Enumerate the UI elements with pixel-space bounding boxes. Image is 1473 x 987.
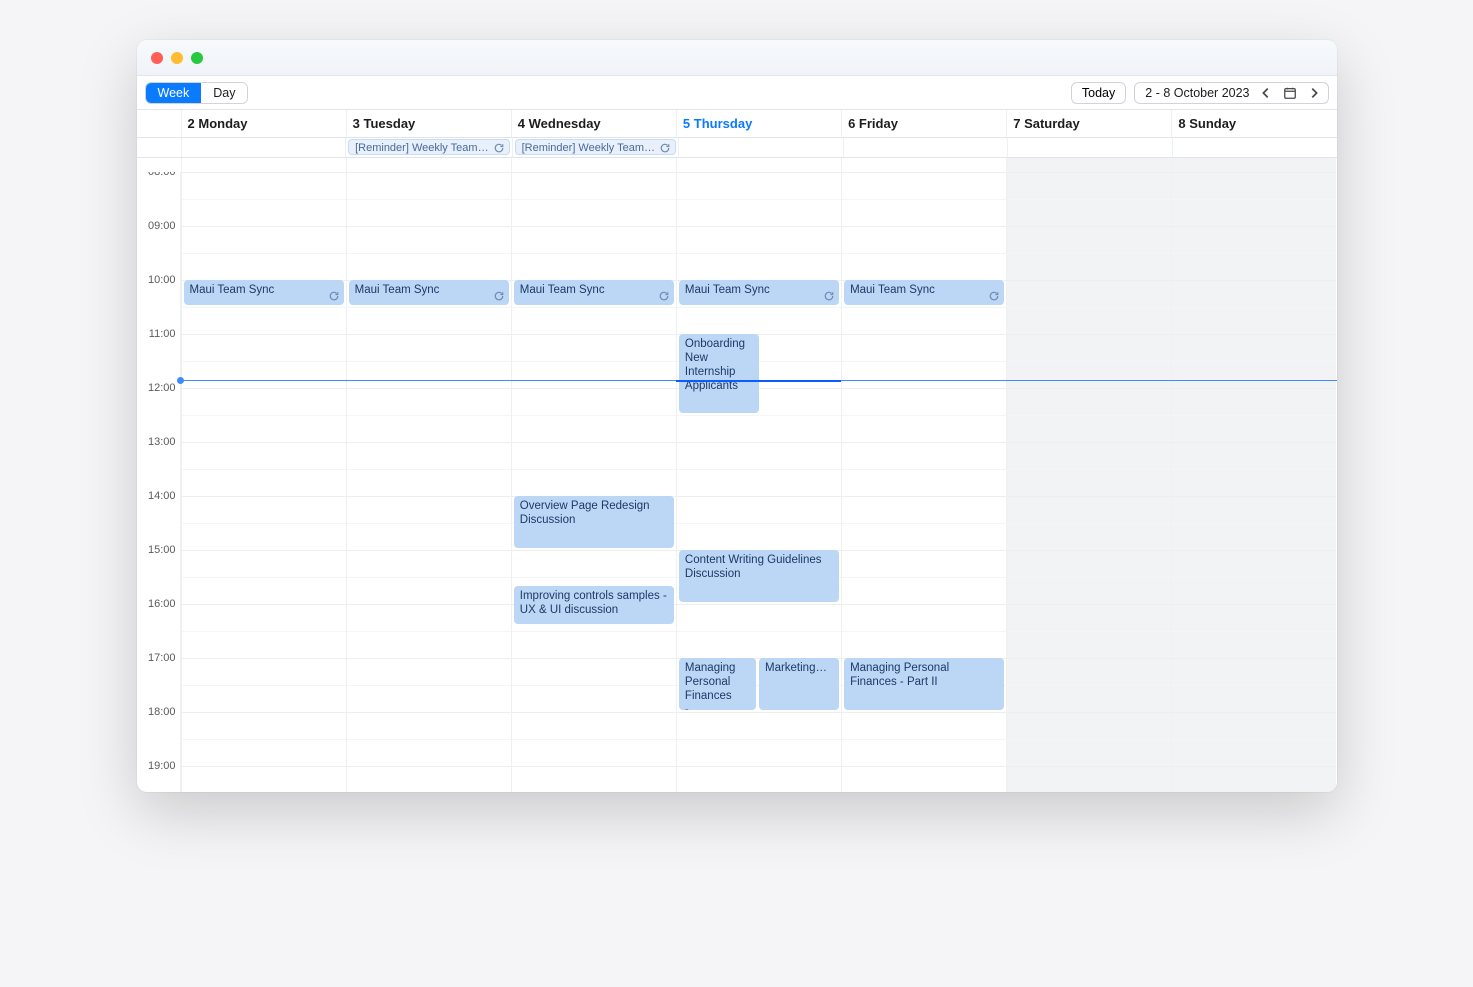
hour-label: 18:00: [148, 706, 176, 718]
recurring-icon: [988, 290, 1000, 302]
event-title: Managing Personal Finances - Part II: [850, 661, 998, 689]
day-header[interactable]: 7 Saturday: [1006, 110, 1171, 137]
calendar-event[interactable]: Marketing…: [759, 658, 839, 710]
hour-label: 14:00: [148, 490, 176, 502]
window-titlebar: [137, 40, 1337, 76]
event-title: Content Writing Guidelines Discussion: [685, 553, 833, 581]
event-title: Overview Page Redesign Discussion: [520, 499, 668, 527]
event-title: Onboarding New Internship Applicants: [685, 337, 753, 393]
day-header-row: 2 Monday 3 Tuesday 4 Wednesday 5 Thursda…: [137, 110, 1337, 138]
calendar-event[interactable]: Onboarding New Internship Applicants: [679, 334, 759, 413]
view-switch: Week Day: [145, 82, 249, 104]
event-title: Maui Team Sync: [520, 283, 668, 297]
recurring-icon: [328, 290, 340, 302]
pregap-row: [137, 158, 1337, 172]
date-range-label: 2 - 8 October 2023: [1145, 86, 1249, 100]
allday-row: [Reminder] Weekly Team… [Reminder] Weekl…: [137, 138, 1337, 158]
calendar-event[interactable]: Content Writing Guidelines Discussion: [679, 550, 839, 602]
day-header-today[interactable]: 5 Thursday: [676, 110, 841, 137]
hour-label: 08:00: [148, 172, 176, 178]
recurring-icon: [823, 290, 835, 302]
next-week-icon[interactable]: [1306, 85, 1322, 101]
week-view-button[interactable]: Week: [146, 83, 202, 103]
calendar-event[interactable]: Overview Page Redesign Discussion: [514, 496, 674, 548]
day-column[interactable]: [1171, 172, 1336, 792]
recurring-icon: [659, 142, 671, 154]
day-view-button[interactable]: Day: [201, 83, 247, 103]
hour-label: 10:00: [148, 274, 176, 286]
calendar-event[interactable]: Maui Team Sync: [349, 280, 509, 305]
recurring-icon: [493, 142, 505, 154]
event-title: Maui Team Sync: [355, 283, 503, 297]
calendar-event[interactable]: Maui Team Sync: [679, 280, 839, 305]
day-column[interactable]: Maui Team Sync Managing Personal Finances…: [841, 172, 1006, 792]
day-column[interactable]: Maui Team Sync: [346, 172, 511, 792]
event-title: Maui Team Sync: [190, 283, 338, 297]
calendar-event[interactable]: Maui Team Sync: [514, 280, 674, 305]
day-header[interactable]: 8 Sunday: [1171, 110, 1336, 137]
today-button[interactable]: Today: [1071, 82, 1126, 104]
hour-label: 13:00: [148, 436, 176, 448]
current-time-indicator: [676, 380, 841, 382]
day-column-today[interactable]: Maui Team Sync Onboarding New Internship …: [676, 172, 841, 792]
date-range-picker[interactable]: 2 - 8 October 2023: [1134, 82, 1328, 104]
day-header[interactable]: 6 Friday: [841, 110, 1006, 137]
event-title: Maui Team Sync: [850, 283, 998, 297]
day-header[interactable]: 3 Tuesday: [346, 110, 511, 137]
recurring-icon: [493, 290, 505, 302]
calendar-event[interactable]: Managing Personal Finances -…: [679, 658, 756, 710]
prev-week-icon[interactable]: [1258, 85, 1274, 101]
calendar-event[interactable]: Improving controls samples - UX & UI dis…: [514, 586, 674, 623]
day-column[interactable]: [1006, 172, 1171, 792]
maximize-window-button[interactable]: [191, 52, 203, 64]
event-title: Improving controls samples - UX & UI dis…: [520, 589, 668, 617]
event-title: Marketing…: [765, 661, 833, 675]
calendar-event[interactable]: Managing Personal Finances - Part II: [844, 658, 1004, 710]
calendar-scroll-area[interactable]: 08:00 09:00 10:00 11:00 12:00 13:00 14:00 15:00…: [137, 172, 1337, 792]
hour-label: 17:00: [148, 652, 176, 664]
hour-label: 15:00: [148, 544, 176, 556]
minimize-window-button[interactable]: [171, 52, 183, 64]
event-title: Managing Personal Finances -…: [685, 661, 750, 710]
calendar-icon[interactable]: [1282, 85, 1298, 101]
hour-label: 19:00: [148, 760, 176, 772]
allday-event[interactable]: [Reminder] Weekly Team…: [515, 139, 676, 155]
hour-label: 11:00: [149, 328, 176, 340]
allday-event[interactable]: [Reminder] Weekly Team…: [348, 139, 509, 155]
close-window-button[interactable]: [151, 52, 163, 64]
day-header[interactable]: 2 Monday: [181, 110, 346, 137]
day-column[interactable]: Maui Team Sync Overview Page Redesign Dis…: [511, 172, 676, 792]
hour-label: 09:00: [148, 220, 176, 232]
calendar-event[interactable]: Maui Team Sync: [184, 280, 344, 305]
day-column[interactable]: Maui Team Sync: [181, 172, 346, 792]
event-title: Maui Team Sync: [685, 283, 833, 297]
calendar-event[interactable]: Maui Team Sync: [844, 280, 1004, 305]
hour-label: 12:00: [148, 382, 176, 394]
day-header[interactable]: 4 Wednesday: [511, 110, 676, 137]
hour-label: 16:00: [148, 598, 176, 610]
toolbar: Week Day Today 2 - 8 October 2023: [137, 76, 1337, 110]
recurring-icon: [658, 290, 670, 302]
